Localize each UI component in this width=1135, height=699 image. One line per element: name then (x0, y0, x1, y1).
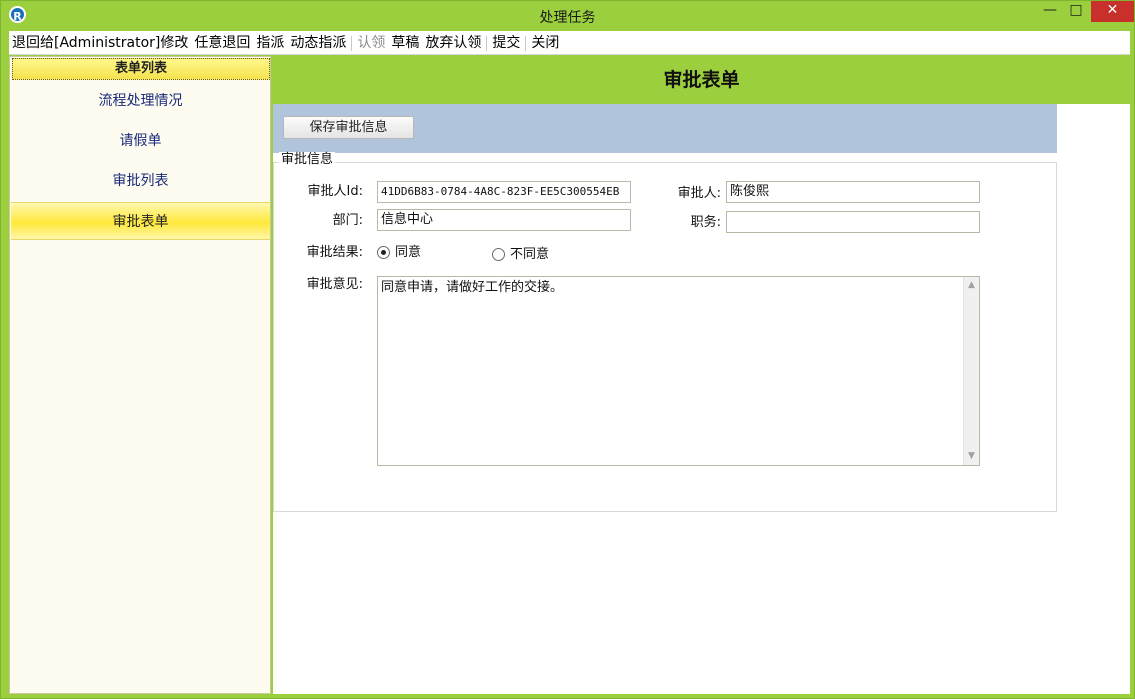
title-bar[interactable]: R 处理任务 — □ ✕ (1, 1, 1134, 30)
menu-separator (351, 35, 353, 51)
menu-assign[interactable]: 指派 (253, 31, 287, 55)
menu-abandon-claim[interactable]: 放弃认领 (422, 31, 484, 55)
department-label: 部门: (332, 213, 363, 228)
approver-field[interactable]: 陈俊熙 (726, 181, 980, 203)
sidebar-item-leave-form[interactable]: 请假单 (11, 122, 270, 160)
approval-info-legend: 审批信息 (279, 152, 336, 168)
scroll-up-icon[interactable]: ▲ (964, 278, 979, 293)
disagree-radio-label[interactable]: 不同意 (510, 247, 549, 263)
agree-radio-label[interactable]: 同意 (395, 245, 421, 261)
menu-claim[interactable]: 认领 (354, 31, 388, 55)
maximize-icon[interactable]: □ (1063, 1, 1089, 22)
approver-label: 审批人: (677, 186, 721, 201)
position-label: 职务: (690, 215, 721, 230)
close-icon[interactable]: ✕ (1091, 1, 1134, 22)
menu-submit[interactable]: 提交 (489, 31, 523, 55)
disagree-radio[interactable] (492, 248, 505, 261)
menu-return-to-admin[interactable]: 退回给[Administrator]修改 (9, 31, 191, 55)
approval-opinion-textarea[interactable]: 同意申请，请做好工作的交接。 ▲ ▼ (377, 276, 980, 466)
approver-id-label: 审批人Id: (307, 184, 363, 199)
scroll-down-icon[interactable]: ▼ (964, 449, 979, 464)
menu-close[interactable]: 关闭 (528, 31, 562, 55)
sidebar-item-approval-list[interactable]: 审批列表 (11, 162, 270, 200)
window-title: 处理任务 (539, 10, 596, 26)
approval-opinion-text: 同意申请，请做好工作的交接。 (381, 280, 564, 295)
minimize-icon[interactable]: — (1037, 1, 1063, 22)
action-menu-bar: 退回给[Administrator]修改 任意退回 指派 动态指派 认领 草稿 放弃认领 提交… (9, 31, 1130, 55)
opinion-scrollbar[interactable]: ▲ ▼ (963, 277, 979, 465)
app-window: R 处理任务 — □ ✕ 退回给[Administrator]修改 任意退回 指派动… (0, 0, 1135, 699)
department-field[interactable]: 信息中心 (377, 209, 631, 231)
position-field[interactable] (726, 211, 980, 233)
form-toolbar: 保存审批信息 (273, 104, 1057, 153)
sidebar-item-approval-form[interactable]: 审批表单 (11, 202, 270, 240)
agree-radio[interactable] (377, 246, 390, 259)
form-list-sidebar: 表单列表 流程处理情况 请假单 审批列表 审批表单 (9, 56, 271, 694)
menu-separator (486, 35, 488, 51)
main-content: 审批表单 保存审批信息 审批信息 审批人Id: 41DD6B83-0784-4A… (273, 56, 1130, 694)
sidebar-item-process-status[interactable]: 流程处理情况 (11, 82, 270, 120)
sidebar-header: 表单列表 (12, 58, 270, 80)
menu-draft[interactable]: 草稿 (388, 31, 422, 55)
approval-result-label: 审批结果: (306, 245, 363, 260)
page-title: 审批表单 (273, 56, 1130, 104)
approval-opinion-label: 审批意见: (306, 277, 363, 292)
menu-any-return[interactable]: 任意退回 (191, 31, 253, 55)
save-approval-button[interactable]: 保存审批信息 (283, 116, 414, 139)
menu-separator (525, 35, 527, 51)
approver-id-field[interactable]: 41DD6B83-0784-4A8C-823F-EE5C300554EB (377, 181, 631, 203)
menu-dynamic-assign[interactable]: 动态指派 (287, 31, 349, 55)
